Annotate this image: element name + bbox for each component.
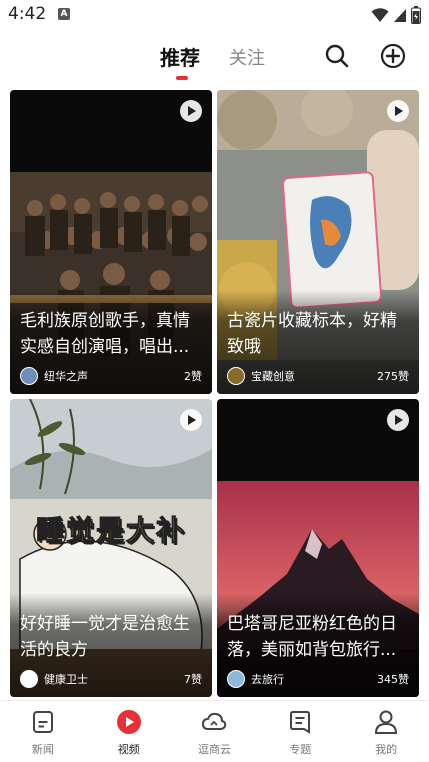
tab-active-indicator <box>176 76 188 80</box>
like-count: 345赞 <box>377 673 409 686</box>
author-name[interactable]: 健康卫士 <box>44 671 184 687</box>
card-caption: 好好睡一觉才是治愈生活的良方 健康卫士 7赞 <box>10 593 212 697</box>
news-icon <box>32 711 53 733</box>
card-meta: 纽华之声 2赞 <box>20 366 202 386</box>
play-icon <box>387 100 409 122</box>
card-caption: 古瓷片收藏标本，好精致哦 宝藏创意 275赞 <box>217 290 419 394</box>
card-meta: 去旅行 345赞 <box>227 669 409 689</box>
card-caption: 毛利族原创歌手，真情实感自创演唱，唱出... 纽华之声 2赞 <box>10 290 212 394</box>
bottom-nav: 新闻 视频 逗商云 专题 我的 <box>0 700 429 762</box>
top-tab-bar: 推荐 关注 <box>0 30 429 84</box>
play-icon <box>387 409 409 431</box>
author-name[interactable]: 去旅行 <box>251 671 377 687</box>
cloud-icon <box>202 712 227 730</box>
notification-icon: A <box>58 8 70 20</box>
avatar <box>227 670 245 688</box>
video-card-patagonia[interactable]: 巴塔哥尼亚粉红色的日落，美丽如背包旅行... 去旅行 345赞 <box>217 399 419 697</box>
signal-icon <box>394 9 406 22</box>
nav-video[interactable]: 视频 <box>86 701 172 762</box>
wifi-icon <box>371 8 389 22</box>
card-title: 毛利族原创歌手，真情实感自创演唱，唱出... <box>20 311 190 357</box>
status-icons <box>371 6 421 24</box>
card-meta: 健康卫士 7赞 <box>20 669 202 689</box>
video-card-maori[interactable]: 毛利族原创歌手，真情实感自创演唱，唱出... 纽华之声 2赞 <box>10 90 212 394</box>
status-bar: 4:42 A <box>0 0 429 30</box>
topic-icon <box>290 711 311 734</box>
status-time: 4:42 <box>8 4 47 24</box>
nav-label: 专题 <box>289 743 312 756</box>
avatar <box>20 670 38 688</box>
thumbnail-overlay-text: 睡觉是大补 <box>35 514 186 548</box>
card-title: 好好睡一觉才是治愈生活的良方 <box>20 614 190 660</box>
video-card-sleep[interactable]: 睡觉是大补 好好睡一觉才是治愈生活的良方 健康卫士 7赞 <box>10 399 212 697</box>
card-meta: 宝藏创意 275赞 <box>227 366 409 386</box>
tab-follow[interactable]: 关注 <box>229 44 265 70</box>
nav-news[interactable]: 新闻 <box>0 701 86 762</box>
nav-label: 我的 <box>375 743 398 756</box>
author-name[interactable]: 宝藏创意 <box>251 368 377 384</box>
nav-label: 逗商云 <box>197 743 231 756</box>
user-icon <box>375 710 398 734</box>
nav-label: 视频 <box>117 743 140 756</box>
video-card-porcelain[interactable]: 古瓷片收藏标本，好精致哦 宝藏创意 275赞 <box>217 90 419 394</box>
nav-topics[interactable]: 专题 <box>257 701 343 762</box>
card-title: 巴塔哥尼亚粉红色的日落，美丽如背包旅行... <box>227 614 397 660</box>
author-name[interactable]: 纽华之声 <box>44 368 184 384</box>
card-title: 古瓷片收藏标本，好精致哦 <box>227 311 397 357</box>
battery-icon <box>411 6 421 24</box>
play-icon <box>180 100 202 122</box>
card-caption: 巴塔哥尼亚粉红色的日落，美丽如背包旅行... 去旅行 345赞 <box>217 593 419 697</box>
like-count: 7赞 <box>184 673 202 686</box>
add-icon[interactable] <box>379 42 407 70</box>
like-count: 275赞 <box>377 370 409 383</box>
nav-cloud[interactable]: 逗商云 <box>172 701 258 762</box>
nav-profile[interactable]: 我的 <box>343 701 429 762</box>
avatar <box>20 367 38 385</box>
nav-label: 新闻 <box>31 743 54 756</box>
play-icon <box>180 409 202 431</box>
search-icon[interactable] <box>323 42 351 70</box>
avatar <box>227 367 245 385</box>
tab-recommend[interactable]: 推荐 <box>160 42 200 71</box>
like-count: 2赞 <box>184 370 202 383</box>
video-play-icon <box>116 710 141 734</box>
